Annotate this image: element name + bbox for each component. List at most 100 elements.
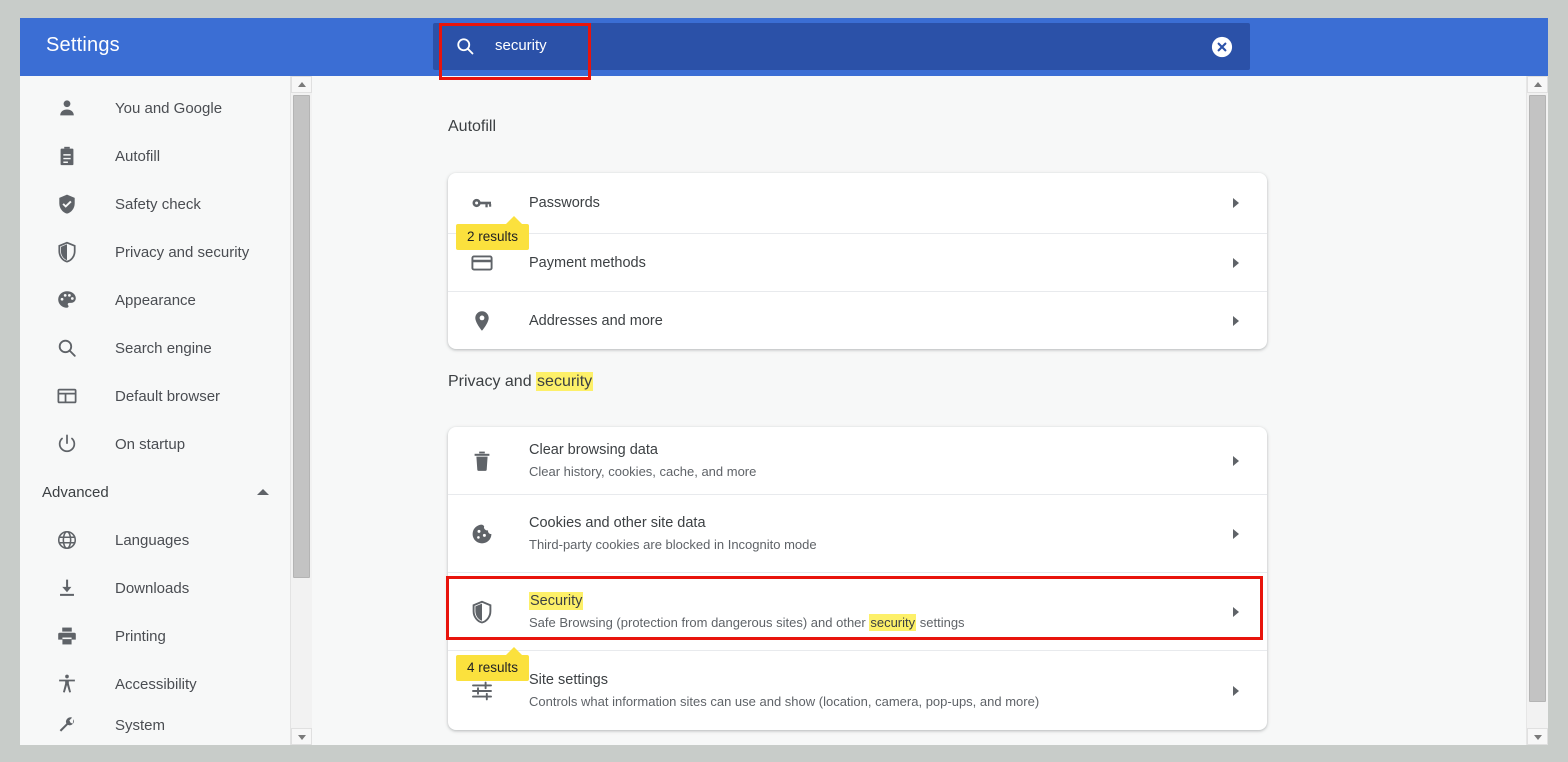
sidebar-item-label: Downloads xyxy=(115,580,189,597)
person-icon xyxy=(56,97,78,119)
search-highlight: security xyxy=(869,614,916,631)
search-highlight: security xyxy=(536,372,593,391)
row-label: Cookies and other site data Third-party … xyxy=(529,513,817,554)
sidebar-item-label: Search engine xyxy=(115,340,212,357)
sidebar-section-label: Advanced xyxy=(42,484,109,501)
caret-down-icon xyxy=(298,735,306,740)
row-label: Payment methods xyxy=(529,253,646,273)
row-addresses-and-more[interactable]: Addresses and more xyxy=(448,291,1267,349)
search-icon xyxy=(455,36,475,56)
chevron-right-icon xyxy=(1233,258,1239,268)
row-site-settings[interactable]: Site settings Controls what information … xyxy=(448,650,1267,730)
sidebar-item-appearance[interactable]: Appearance xyxy=(20,276,295,324)
row-label: Passwords xyxy=(529,193,600,213)
sidebar-item-search-engine[interactable]: Search engine xyxy=(20,324,295,372)
row-title-security: Security xyxy=(529,591,965,611)
sidebar-scrollbar[interactable] xyxy=(290,76,312,745)
sidebar-item-label: Privacy and security xyxy=(115,244,249,261)
sidebar-scroll-up-button[interactable] xyxy=(291,76,312,93)
sidebar-item-downloads[interactable]: Downloads xyxy=(20,564,295,612)
printer-icon xyxy=(56,625,78,647)
section-title-autofill: Autofill xyxy=(448,118,496,136)
credit-card-icon xyxy=(470,251,494,275)
sidebar-item-you-and-google[interactable]: You and Google xyxy=(20,84,295,132)
row-label: Site settings Controls what information … xyxy=(529,670,1039,711)
sidebar-item-safety-check[interactable]: Safety check xyxy=(20,180,295,228)
sidebar-item-default-browser[interactable]: Default browser xyxy=(20,372,295,420)
chevron-right-icon xyxy=(1233,607,1239,617)
palette-icon xyxy=(56,289,78,311)
trash-icon xyxy=(470,449,494,473)
content-scrollbar-thumb[interactable] xyxy=(1529,95,1546,702)
tooltip-4-results: 4 results xyxy=(456,655,529,681)
sidebar-item-label: System xyxy=(115,717,165,734)
caret-up-icon xyxy=(298,82,306,87)
search-highlight: Security xyxy=(529,592,583,610)
row-label: Security Safe Browsing (protection from … xyxy=(529,591,965,632)
row-sub-security: Safe Browsing (protection from dangerous… xyxy=(529,613,965,632)
sidebar-item-label: Appearance xyxy=(115,292,196,309)
settings-content-pane: Autofill Passwords xyxy=(312,76,1526,745)
sidebar-item-label: On startup xyxy=(115,436,185,453)
chevron-right-icon xyxy=(1233,316,1239,326)
cookie-icon xyxy=(470,522,494,546)
sidebar-item-privacy-and-security[interactable]: Privacy and security xyxy=(20,228,295,276)
settings-header-bar: Settings security xyxy=(20,18,1548,76)
key-icon xyxy=(470,191,494,215)
chevron-right-icon xyxy=(1233,456,1239,466)
browser-window-icon xyxy=(56,385,78,407)
download-icon xyxy=(56,577,78,599)
magnifier-icon xyxy=(56,337,78,359)
tooltip-text: 4 results xyxy=(467,660,518,675)
shield-check-icon xyxy=(56,193,78,215)
settings-sidebar: You and Google Autofill Safety check Pri… xyxy=(20,76,295,745)
clear-search-icon[interactable] xyxy=(1211,36,1233,58)
sidebar-scroll-down-button[interactable] xyxy=(291,728,312,745)
tooltip-2-results: 2 results xyxy=(456,224,529,250)
tooltip-arrow xyxy=(505,216,523,225)
row-security[interactable]: Security Safe Browsing (protection from … xyxy=(448,572,1267,650)
shield-half-icon xyxy=(470,600,494,624)
section-title-privacy-and-security: Privacy and security xyxy=(448,373,593,391)
page-title: Settings xyxy=(46,34,120,57)
sidebar-item-autofill[interactable]: Autofill xyxy=(20,132,295,180)
row-clear-browsing-data[interactable]: Clear browsing data Clear history, cooki… xyxy=(448,427,1267,494)
caret-down-icon xyxy=(1534,735,1542,740)
sidebar-item-label: You and Google xyxy=(115,100,222,117)
row-passwords[interactable]: Passwords xyxy=(448,173,1267,233)
settings-window: Settings security You and Google xyxy=(20,18,1548,745)
sidebar-item-label: Default browser xyxy=(115,388,220,405)
sidebar-item-languages[interactable]: Languages xyxy=(20,516,295,564)
tooltip-text: 2 results xyxy=(467,229,518,244)
privacy-and-security-card: Clear browsing data Clear history, cooki… xyxy=(448,427,1267,730)
sidebar-scrollbar-thumb[interactable] xyxy=(293,95,310,578)
sidebar-item-printing[interactable]: Printing xyxy=(20,612,295,660)
sidebar-item-label: Autofill xyxy=(115,148,160,165)
sidebar-item-label: Accessibility xyxy=(115,676,197,693)
sliders-icon xyxy=(470,679,494,703)
row-payment-methods[interactable]: Payment methods xyxy=(448,233,1267,291)
row-label: Addresses and more xyxy=(529,311,663,331)
sidebar-item-system[interactable]: System xyxy=(20,708,295,742)
row-label: Clear browsing data Clear history, cooki… xyxy=(529,440,756,481)
accessibility-icon xyxy=(56,673,78,695)
location-pin-icon xyxy=(470,309,494,333)
power-icon xyxy=(56,433,78,455)
content-scrollbar[interactable] xyxy=(1526,76,1548,745)
content-scroll-up-button[interactable] xyxy=(1527,76,1548,93)
search-input[interactable]: security xyxy=(433,23,1250,70)
globe-icon xyxy=(56,529,78,551)
sidebar-item-on-startup[interactable]: On startup xyxy=(20,420,295,468)
sidebar-section-advanced[interactable]: Advanced xyxy=(20,468,295,516)
chevron-right-icon xyxy=(1233,686,1239,696)
content-scroll-down-button[interactable] xyxy=(1527,728,1548,745)
sidebar-item-label: Safety check xyxy=(115,196,201,213)
clipboard-icon xyxy=(56,145,78,167)
sidebar-item-accessibility[interactable]: Accessibility xyxy=(20,660,295,708)
wrench-icon xyxy=(56,714,78,736)
chevron-right-icon xyxy=(1233,529,1239,539)
autofill-card: Passwords Payment methods xyxy=(448,173,1267,349)
row-cookies-and-other-site-data[interactable]: Cookies and other site data Third-party … xyxy=(448,494,1267,572)
tooltip-arrow xyxy=(505,647,523,656)
caret-up-icon xyxy=(1534,82,1542,87)
